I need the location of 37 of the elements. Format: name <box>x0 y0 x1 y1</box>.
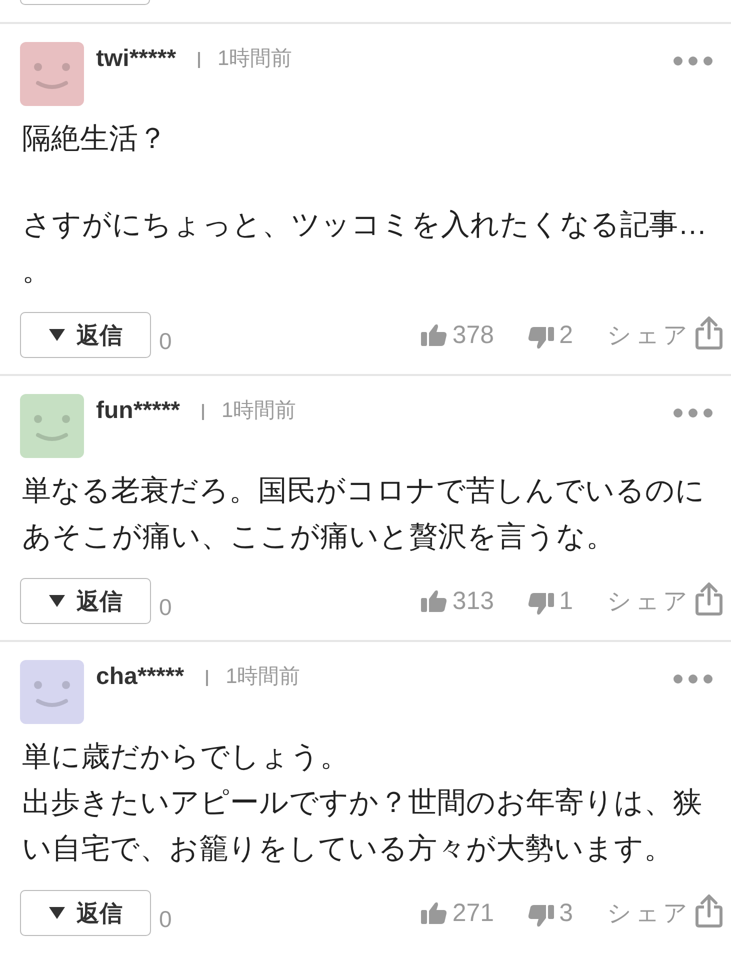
like-count: 378 <box>452 320 494 350</box>
thumbs-up-icon[interactable] <box>421 901 448 925</box>
share-icon[interactable] <box>695 582 723 616</box>
dislike-count: 1 <box>559 586 573 616</box>
thumbs-down-icon[interactable] <box>528 904 554 928</box>
timestamp: 1時間前 <box>226 664 300 690</box>
timestamp: 1時間前 <box>222 398 296 424</box>
reply-button[interactable]: 返信 <box>20 890 151 936</box>
more-icon[interactable] <box>673 674 713 684</box>
thumbs-up-icon[interactable] <box>421 323 448 347</box>
caret-icon <box>48 595 64 607</box>
comment-text: 隔絶生活？ <box>22 122 168 157</box>
timestamp: 1時間前 <box>218 46 292 72</box>
thumbs-up-icon[interactable] <box>421 589 448 613</box>
more-icon[interactable] <box>673 408 713 418</box>
thumbs-down-icon[interactable] <box>528 592 554 616</box>
comment-text: 単なる老衰だろ。国民がコロナで苦しんでいるのに あそこが痛い、ここが痛いと贅沢を言うな。 <box>22 474 706 555</box>
reply-button[interactable]: 返信 <box>20 312 151 358</box>
reply-count: 0 <box>159 906 172 932</box>
username[interactable]: fun***** <box>96 396 180 426</box>
share-icon[interactable] <box>695 316 723 350</box>
dislike-count: 2 <box>559 320 573 350</box>
reply-count: 0 <box>159 594 172 620</box>
username[interactable]: twi***** <box>96 44 176 74</box>
more-icon[interactable] <box>673 56 713 66</box>
share-icon[interactable] <box>695 894 723 928</box>
like-count: 271 <box>452 898 494 928</box>
reply-button[interactable]: 返信 <box>20 578 151 624</box>
thumbs-down-icon[interactable] <box>528 326 554 350</box>
comment-text: さすがにちょっと、ツッコミを入れたくなる記事… 。 <box>22 208 708 289</box>
like-count: 313 <box>452 586 494 616</box>
comment-text: 単に歳だからでしょう。 出歩きたいアピールですか？世間のお年寄りは、狭 い自宅で、お籠りをしている方々が大勢います。 <box>22 740 703 867</box>
dislike-count: 3 <box>559 898 573 928</box>
username[interactable]: cha***** <box>96 662 184 692</box>
caret-icon <box>48 329 64 341</box>
reply-count: 0 <box>159 328 172 354</box>
caret-icon <box>48 907 64 919</box>
